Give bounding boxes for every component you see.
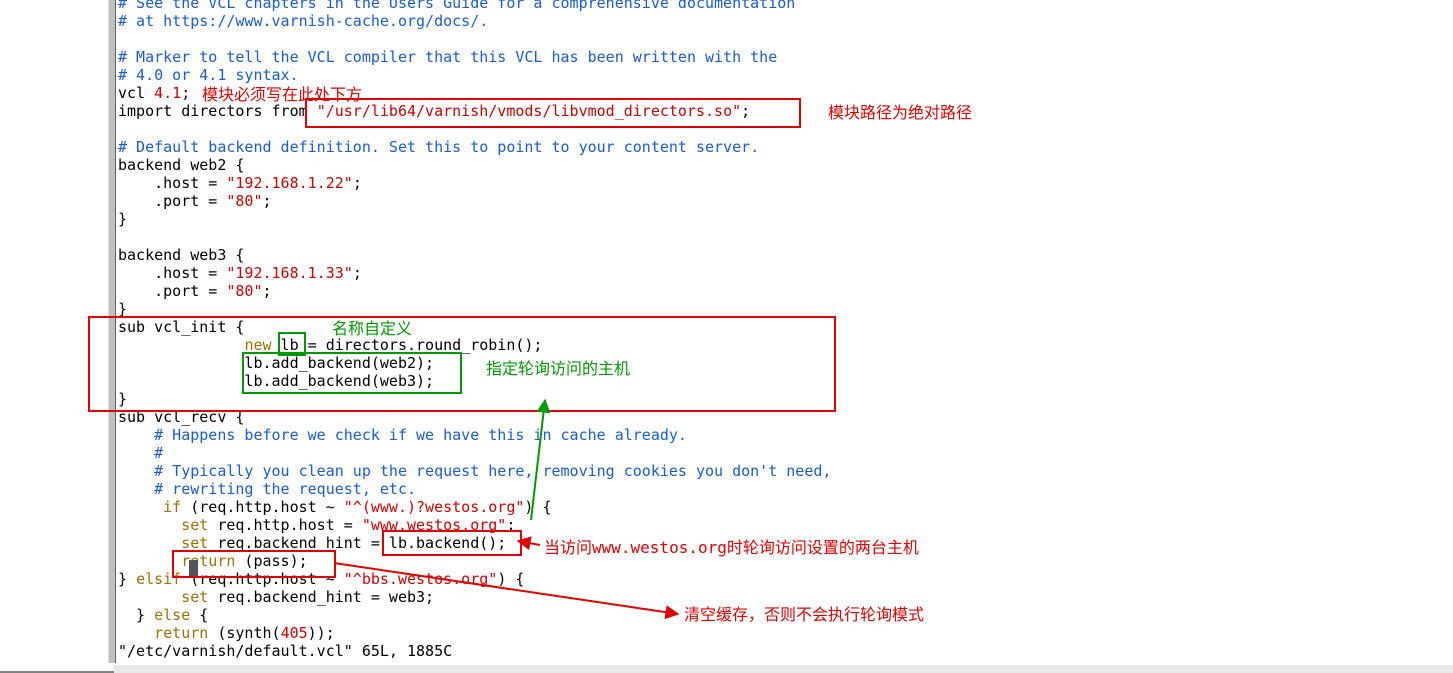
status-bar	[114, 665, 1453, 673]
code-line[interactable]: .host = "192.168.1.33";	[118, 264, 362, 282]
code-line[interactable]: # Typically you clean up the request her…	[118, 462, 831, 480]
code-line[interactable]: "/etc/varnish/default.vcl" 65L, 1885C	[118, 642, 452, 660]
code-line[interactable]: .port = "80";	[118, 192, 272, 210]
code-line[interactable]: .port = "80";	[118, 282, 272, 300]
code-line[interactable]: return (synth(405));	[118, 624, 335, 642]
annot-specify-hosts: 指定轮询访问的主机	[486, 360, 630, 378]
code-line[interactable]: }	[118, 210, 127, 228]
line-gutter	[108, 0, 116, 663]
annot-rr-when-westos: 当访问www.westos.org时轮询访问设置的两台主机	[544, 539, 919, 557]
code-line[interactable]: # at https://www.varnish-cache.org/docs/…	[118, 12, 488, 30]
code-line[interactable]: new lb = directors.round_robin();	[118, 336, 542, 354]
code-line[interactable]: }	[118, 300, 127, 318]
code-line[interactable]: return (pass);	[118, 552, 308, 570]
annot-module-below: 模块必须写在此处下方	[202, 86, 362, 104]
code-line[interactable]: set req.backend_hint = lb.backend();	[118, 534, 506, 552]
code-line[interactable]: # rewriting the request, etc.	[118, 480, 416, 498]
code-line[interactable]: #	[118, 444, 163, 462]
text-cursor	[189, 560, 198, 576]
code-line[interactable]: } else {	[118, 606, 208, 624]
code-line[interactable]: # Marker to tell the VCL compiler that t…	[118, 48, 777, 66]
code-line[interactable]: lb.add_backend(web2);	[118, 354, 434, 372]
code-line[interactable]: .host = "192.168.1.22";	[118, 174, 362, 192]
code-line[interactable]: # Happens before we check if we have thi…	[118, 426, 687, 444]
annot-clear-cache: 清空缓存，否则不会执行轮询模式	[684, 606, 924, 624]
code-line[interactable]: } elsif (req.http.host ~ "^bbs.westos.or…	[118, 570, 524, 588]
code-line[interactable]: set req.http.host = "www.westos.org";	[118, 516, 515, 534]
annot-name-custom: 名称自定义	[332, 320, 412, 338]
code-line[interactable]: set req.backend_hint = web3;	[118, 588, 434, 606]
code-line[interactable]: vcl 4.1;	[118, 84, 190, 102]
code-line[interactable]: # See the VCL chapters in the Users Guid…	[118, 0, 795, 12]
code-line[interactable]: }	[118, 390, 127, 408]
code-line[interactable]: # 4.0 or 4.1 syntax.	[118, 66, 299, 84]
annot-module-path: 模块路径为绝对路径	[828, 104, 972, 122]
code-line[interactable]: # Default backend definition. Set this t…	[118, 138, 759, 156]
editor: # See the VCL chapters in the Users Guid…	[0, 0, 1453, 673]
code-line[interactable]: sub vcl_recv {	[118, 408, 244, 426]
code-line[interactable]: backend web3 {	[118, 246, 244, 264]
code-line[interactable]: lb.add_backend(web3);	[118, 372, 434, 390]
code-line[interactable]: if (req.http.host ~ "^(www.)?westos.org"…	[118, 498, 552, 516]
code-line[interactable]: sub vcl_init {	[118, 318, 244, 336]
code-line[interactable]: backend web2 {	[118, 156, 244, 174]
code-line[interactable]: import directors from "/usr/lib64/varnis…	[118, 102, 750, 120]
